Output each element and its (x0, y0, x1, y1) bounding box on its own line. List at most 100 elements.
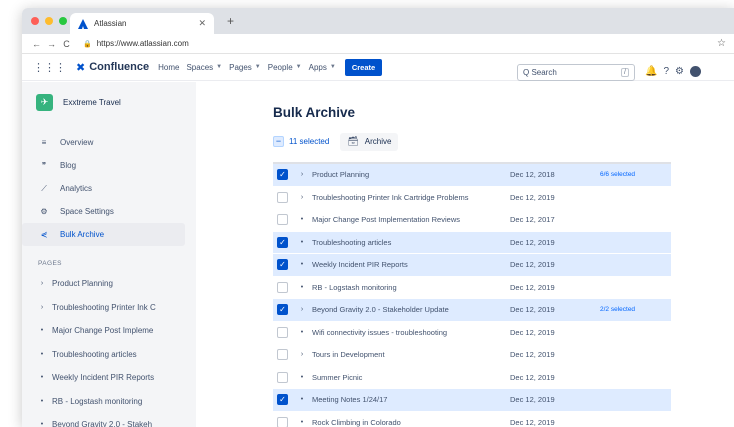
table-row[interactable]: ✓ › Beyond Gravity 2.0 - Stakeholder Updat… (273, 299, 671, 322)
main-content: Bulk Archive − 11 selected 🗃 Archive ✓ › P… (273, 82, 734, 427)
chevron-right-icon[interactable]: › (298, 171, 306, 178)
table-row[interactable]: › Tours in Development Dec 12, 2019 (273, 344, 671, 367)
nav-home[interactable]: Home (158, 63, 179, 72)
row-checkbox[interactable] (277, 416, 288, 427)
chevron-down-icon: ▼ (216, 64, 223, 70)
search-input[interactable]: Q Search / (517, 64, 635, 81)
sidebar-item-label: Analytics (60, 184, 93, 193)
user-avatar[interactable] (689, 66, 701, 77)
close-window-button[interactable] (31, 17, 39, 25)
nav-apps[interactable]: Apps ▼ (309, 63, 336, 72)
top-nav-icons: 🔔 ? ⚙ (645, 66, 701, 77)
page-tree-item[interactable]: • Beyond Gravity 2.0 - Stakeh (22, 413, 178, 427)
row-checkbox[interactable] (277, 214, 288, 226)
page-tree-label: Weekly Incident PIR Reports (52, 373, 155, 383)
table-row[interactable]: • RB - Logstash monitoring Dec 12, 2019 (273, 277, 671, 299)
table-row[interactable]: ✓ • Troubleshooting articles Dec 12, 2019 (273, 231, 671, 254)
row-checkbox[interactable]: ✓ (277, 394, 288, 406)
bulk-archive-icon: ⋞ (40, 230, 48, 239)
create-button[interactable]: Create (344, 58, 383, 76)
row-date: Dec 12, 2019 (510, 237, 555, 247)
page-tree-label: Beyond Gravity 2.0 - Stakeh (52, 420, 153, 427)
minimize-window-button[interactable] (45, 17, 53, 25)
row-checkbox[interactable]: ✓ (277, 236, 288, 248)
row-checkbox[interactable] (277, 326, 288, 338)
settings-gear-icon[interactable]: ⚙ (675, 66, 684, 77)
help-icon[interactable]: ? (663, 66, 669, 77)
url-field[interactable]: 🔒 https://www.atlassian.com (83, 39, 189, 48)
sidebar-item-bulk-archive[interactable]: ⋞ Bulk Archive (22, 223, 185, 246)
select-all-checkbox[interactable]: − (273, 136, 284, 147)
page-tree-item[interactable]: • Weekly Incident PIR Reports (22, 366, 178, 390)
page-tree-item[interactable]: • RB - Logstash monitoring (22, 390, 178, 414)
nav-spaces[interactable]: Spaces ▼ (186, 63, 222, 72)
sidebar-item-analytics[interactable]: ⟋ Analytics (22, 177, 185, 200)
bullet-icon: • (40, 327, 44, 335)
table-row[interactable]: • Rock Climbing in Colorado Dec 12, 2019 (273, 412, 671, 427)
archive-button[interactable]: 🗃 Archive (340, 132, 399, 151)
sidebar-item-blog[interactable]: ❞ Blog (22, 154, 185, 177)
confluence-logo[interactable]: ✖ Confluence (76, 61, 149, 74)
sidebar-menu: ≡ Overview ❞ Blog ⟋ Analytics ⚙ Space Settings ⋞… (22, 131, 196, 246)
row-title: Meeting Notes 1/24/17 (312, 395, 388, 405)
row-checkbox[interactable] (277, 281, 288, 293)
nav-pages[interactable]: Pages ▼ (229, 63, 261, 72)
row-title: Tours in Development (312, 350, 385, 360)
sidebar-item-space-settings[interactable]: ⚙ Space Settings (22, 200, 185, 223)
row-checkbox[interactable] (277, 191, 288, 203)
row-date: Dec 12, 2019 (510, 192, 555, 202)
nav-people[interactable]: People ▼ (268, 63, 302, 72)
close-tab-icon[interactable]: ✕ (198, 18, 206, 29)
nav-apps-label: Apps (308, 62, 327, 72)
chevron-right-icon[interactable]: › (298, 306, 306, 313)
nav-pages-label: Pages (229, 62, 252, 72)
back-icon[interactable]: ← (30, 39, 43, 49)
table-row[interactable]: • Summer Picnic Dec 12, 2019 (273, 367, 671, 389)
bullet-icon: • (40, 397, 44, 405)
confluence-mark-icon: ✖ (76, 61, 86, 74)
table-row[interactable]: ✓ • Weekly Incident PIR Reports Dec 12, 201… (273, 254, 671, 277)
row-checkbox[interactable] (277, 371, 288, 383)
row-date: Dec 12, 2019 (510, 350, 555, 360)
notifications-bell-icon[interactable]: 🔔 (645, 66, 657, 77)
reload-icon[interactable]: C (60, 39, 73, 49)
nav-people-label: People (267, 62, 293, 72)
overview-icon: ≡ (41, 138, 47, 147)
maximize-window-button[interactable] (59, 17, 67, 25)
new-tab-button[interactable]: + (227, 14, 234, 28)
bullet-icon: • (300, 238, 304, 246)
sidebar-item-overview[interactable]: ≡ Overview (22, 131, 185, 154)
nav-spaces-label: Spaces (186, 62, 214, 72)
table-row[interactable]: • Major Change Post Implementation Review… (273, 209, 671, 232)
page-tree-item[interactable]: › Troubleshooting Printer Ink C (22, 296, 178, 320)
page-tree: › Product Planning › Troubleshooting Printe… (22, 272, 196, 427)
row-checkbox[interactable]: ✓ (277, 169, 288, 181)
chevron-right-icon[interactable]: › (298, 194, 306, 201)
forward-icon[interactable]: → (45, 39, 58, 49)
chevron-right-icon[interactable]: › (38, 280, 46, 287)
page-tree-label: RB - Logstash monitoring (52, 396, 143, 406)
row-checkbox[interactable]: ✓ (277, 259, 288, 271)
search-placeholder: Q Search (523, 68, 557, 77)
page-tree-label: Major Change Post Impleme (52, 326, 154, 336)
address-bar: ← → C 🔒 https://www.atlassian.com ☆ (22, 34, 734, 54)
page-tree-label: Product Planning (52, 279, 113, 289)
page-tree-item[interactable]: • Troubleshooting articles (22, 343, 178, 367)
chevron-right-icon[interactable]: › (38, 304, 46, 311)
row-title: Rock Climbing in Colorado (312, 417, 401, 427)
space-header[interactable]: ✈ Exxtreme Travel (22, 82, 196, 111)
row-checkbox[interactable]: ✓ (277, 304, 288, 316)
page-tree-item[interactable]: › Product Planning (22, 272, 178, 296)
bookmark-star-icon[interactable]: ☆ (717, 38, 726, 49)
row-checkbox[interactable] (277, 349, 288, 361)
space-avatar-icon: ✈ (36, 94, 53, 111)
table-row[interactable]: › Troubleshooting Printer Ink Cartridge P… (273, 187, 671, 209)
table-row[interactable]: ✓ › Product Planning Dec 12, 2018 6/6 select… (273, 164, 671, 187)
chevron-right-icon[interactable]: › (298, 351, 306, 358)
lock-icon: 🔒 (83, 40, 92, 48)
table-row[interactable]: ✓ • Meeting Notes 1/24/17 Dec 12, 2019 (273, 389, 671, 412)
app-switcher-icon[interactable]: ⋮⋮⋮ (33, 61, 66, 74)
table-row[interactable]: • Wifi connectivity issues - troubleshoot… (273, 322, 671, 344)
browser-tab[interactable]: Atlassian ✕ (70, 13, 214, 34)
page-tree-item[interactable]: • Major Change Post Impleme (22, 319, 178, 343)
